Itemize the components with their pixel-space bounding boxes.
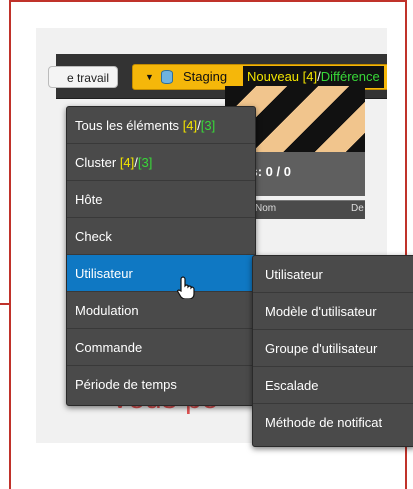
menu-item-label: Cluster	[75, 155, 117, 170]
column-name[interactable]: Nom	[255, 203, 276, 214]
staging-menu: Tous les éléments [4]/[3] Cluster [4]/[3…	[66, 106, 256, 406]
caret-down-icon: ▼	[145, 72, 154, 82]
hand-pointer-icon	[176, 276, 195, 299]
submenu-item-user[interactable]: Utilisateur	[253, 256, 413, 293]
diff-count: [3]	[200, 118, 216, 133]
diff-label: Différence	[320, 69, 380, 84]
user-submenu: Utilisateur Modèle d'utilisateur Groupe …	[252, 255, 413, 447]
database-icon	[161, 70, 173, 84]
staging-status: Nouveau [4]/Différence	[243, 66, 384, 88]
menu-item-command[interactable]: Commande	[67, 329, 255, 366]
column-description[interactable]: De	[351, 203, 364, 214]
new-count: Nouveau [4]	[247, 69, 318, 84]
menu-item-check[interactable]: Check	[67, 218, 255, 255]
menu-item-time-period[interactable]: Période de temps	[67, 366, 255, 403]
workspace-button[interactable]: e travail	[48, 66, 118, 88]
menu-item-all-elements[interactable]: Tous les éléments [4]/[3]	[67, 107, 255, 144]
menu-item-user[interactable]: Utilisateur	[67, 255, 255, 292]
menu-item-label: Tous les éléments	[75, 118, 180, 133]
new-count: [4]	[182, 118, 198, 133]
menu-item-host[interactable]: Hôte	[67, 181, 255, 218]
submenu-item-notification-method[interactable]: Méthode de notificat	[253, 404, 413, 441]
submenu-item-user-template[interactable]: Modèle d'utilisateur	[253, 293, 413, 330]
staging-label: Staging	[183, 69, 228, 84]
submenu-item-escalation[interactable]: Escalade	[253, 367, 413, 404]
menu-item-cluster[interactable]: Cluster [4]/[3]	[67, 144, 255, 181]
new-count: [4]	[119, 155, 135, 170]
submenu-item-user-group[interactable]: Groupe d'utilisateur	[253, 330, 413, 367]
diff-count: [3]	[137, 155, 153, 170]
menu-item-modulation[interactable]: Modulation	[67, 292, 255, 329]
